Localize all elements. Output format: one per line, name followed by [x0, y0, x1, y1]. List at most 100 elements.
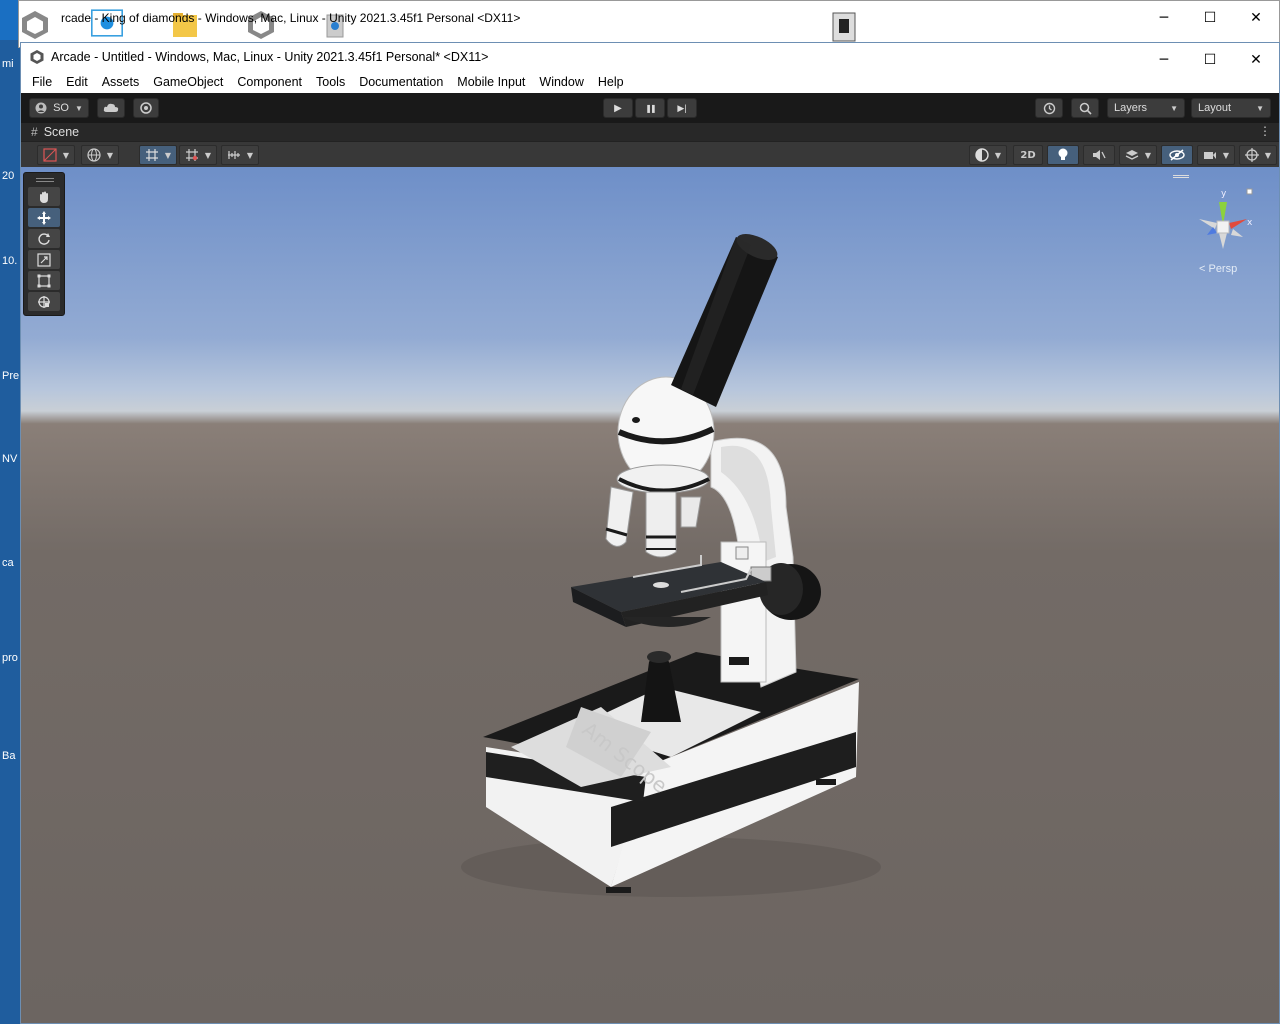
rect-tool[interactable] — [28, 271, 60, 290]
toggle-2d-button[interactable]: 2D — [1013, 145, 1043, 165]
desktop-label: Pre — [2, 370, 20, 382]
chevron-down-icon: ▼ — [106, 150, 114, 160]
palette-drag-handle[interactable] — [36, 178, 54, 182]
grid-snapping-dropdown[interactable]: ▼ — [179, 145, 217, 165]
desktop-label: 20 — [2, 170, 15, 182]
microscope-arm[interactable] — [710, 437, 797, 688]
menu-documentation[interactable]: Documentation — [352, 75, 450, 89]
tab-scene-label: Scene — [43, 125, 80, 139]
grid-icon — [145, 149, 158, 161]
2d-label: 2D — [1020, 149, 1036, 161]
title-bar[interactable]: Arcade - Untitled - Windows, Mac, Linux … — [21, 43, 1279, 71]
menu-help[interactable]: Help — [591, 75, 631, 89]
desktop-label: mi — [2, 58, 14, 70]
effects-dropdown[interactable]: ▼ — [1119, 145, 1157, 165]
gear-icon — [140, 102, 152, 114]
speaker-icon — [1093, 150, 1106, 160]
window-controls: ─ ☐ ✕ — [1141, 43, 1279, 77]
orientation-gizmo[interactable]: y x — [1191, 177, 1255, 277]
history-icon — [1043, 102, 1055, 114]
minimize-button[interactable]: ─ — [1141, 43, 1187, 77]
gizmo-x-axis[interactable] — [1229, 219, 1247, 229]
move-tool[interactable] — [28, 208, 60, 227]
lighting-toggle[interactable] — [1047, 145, 1079, 165]
chevron-down-icon: ▼ — [164, 150, 172, 160]
scale-icon — [37, 252, 51, 267]
unity-editor-window: Arcade - Untitled - Windows, Mac, Linux … — [20, 42, 1280, 1024]
global-local-dropdown[interactable]: ▼ — [81, 145, 119, 165]
gizmos-dropdown[interactable]: ▼ — [1239, 145, 1277, 165]
layout-dropdown[interactable]: Layout ▼ — [1191, 98, 1271, 118]
game-desktop-icon[interactable] — [829, 11, 861, 43]
chevron-down-icon: ▼ — [1170, 103, 1178, 113]
grid-visibility-dropdown[interactable]: ▼ — [139, 145, 177, 165]
user-icon — [35, 102, 47, 114]
hidden-eye-icon — [1169, 149, 1185, 161]
search-button[interactable] — [1071, 98, 1099, 118]
minimize-button[interactable]: ─ — [1141, 1, 1187, 35]
scene-viewport[interactable]: Am Scope y x < Persp — [21, 167, 1279, 1023]
chevron-down-icon: ▼ — [246, 150, 254, 160]
increment-snapping-dropdown[interactable]: ▼ — [221, 145, 259, 165]
chevron-down-icon: ▼ — [62, 150, 70, 160]
objective-lenses[interactable] — [605, 486, 702, 558]
globe-icon — [87, 148, 101, 162]
background-window-title: rcade - King of diamonds - Windows, Mac,… — [61, 11, 521, 25]
rect-transform-icon — [37, 274, 51, 287]
background-unity-window[interactable]: rcade - King of diamonds - Windows, Mac,… — [18, 0, 1280, 48]
menu-tools[interactable]: Tools — [309, 75, 352, 89]
shaded-mode-icon — [43, 148, 57, 162]
close-button[interactable]: ✕ — [1233, 1, 1279, 35]
desktop-label: pro — [2, 652, 18, 664]
camera-icon — [1203, 152, 1216, 159]
menu-bar: File Edit Assets GameObject Component To… — [21, 71, 1279, 93]
scene-grid-icon: # — [31, 125, 38, 139]
collab-button[interactable] — [133, 98, 159, 118]
chevron-down-icon: ▼ — [1222, 150, 1230, 160]
tab-scene[interactable]: # Scene — [31, 125, 79, 139]
gizmo-z-axis[interactable] — [1207, 227, 1217, 235]
layout-label: Layout — [1198, 102, 1232, 114]
menu-mobile-input[interactable]: Mobile Input — [450, 75, 532, 89]
gizmo-drag-handle[interactable] — [1173, 175, 1189, 178]
chevron-down-icon: ▼ — [1144, 150, 1152, 160]
maximize-button[interactable]: ☐ — [1187, 1, 1233, 35]
account-dropdown[interactable]: SO ▼ — [29, 98, 89, 118]
chevron-down-icon: ▼ — [994, 150, 1002, 160]
scene-tab-bar: # Scene ⋮ — [21, 123, 1279, 141]
tab-options-menu[interactable]: ⋮ — [1259, 124, 1271, 138]
undo-history-button[interactable] — [1035, 98, 1063, 118]
menu-component[interactable]: Component — [230, 75, 309, 89]
audio-toggle[interactable] — [1083, 145, 1115, 165]
desktop-label: 10. — [2, 255, 18, 267]
menu-edit[interactable]: Edit — [59, 75, 95, 89]
unity-desktop-icon[interactable] — [19, 9, 51, 41]
scene-visibility-toggle[interactable] — [1161, 145, 1193, 165]
cloud-button[interactable] — [97, 98, 125, 118]
draw-mode-dropdown[interactable]: ▼ — [37, 145, 75, 165]
menu-gameobject[interactable]: GameObject — [146, 75, 230, 89]
step-icon: ▶| — [677, 102, 687, 113]
shading-mode-dropdown[interactable]: ▼ — [969, 145, 1007, 165]
view-tool[interactable] — [28, 187, 60, 206]
rotate-icon — [38, 232, 50, 245]
move-arrows-icon — [37, 210, 51, 225]
eyepiece-tube[interactable] — [671, 229, 781, 407]
scene-render: Am Scope — [461, 229, 881, 897]
camera-settings-dropdown[interactable]: ▼ — [1197, 145, 1235, 165]
transform-tool[interactable] — [28, 292, 60, 311]
pause-button[interactable]: ❚❚ — [635, 98, 665, 118]
play-button[interactable]: ▶ — [603, 98, 633, 118]
menu-window[interactable]: Window — [532, 75, 590, 89]
menu-file[interactable]: File — [25, 75, 59, 89]
rotate-tool[interactable] — [28, 229, 60, 248]
perspective-toggle[interactable]: < Persp — [1199, 263, 1237, 275]
step-button[interactable]: ▶| — [667, 98, 697, 118]
gizmo-y-label: y — [1221, 189, 1227, 199]
menu-assets[interactable]: Assets — [95, 75, 147, 89]
layers-effects-icon — [1125, 150, 1139, 160]
close-button[interactable]: ✕ — [1233, 43, 1279, 77]
layers-dropdown[interactable]: Layers ▼ — [1107, 98, 1185, 118]
maximize-button[interactable]: ☐ — [1187, 43, 1233, 77]
scale-tool[interactable] — [28, 250, 60, 269]
